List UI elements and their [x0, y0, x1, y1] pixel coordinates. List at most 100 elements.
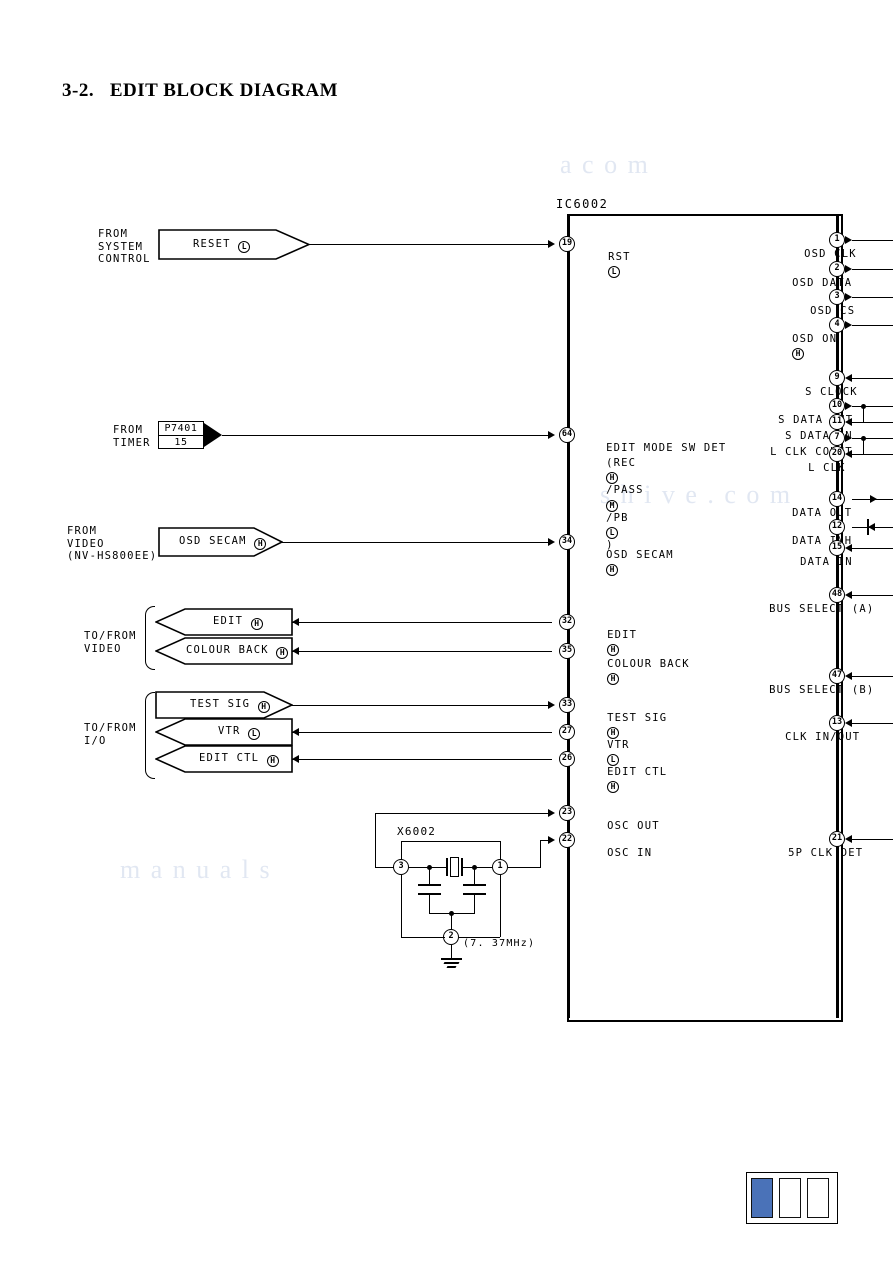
signal-flag-colour-back-label: COLOUR BACK H: [186, 644, 289, 659]
pin-label-text: BUS SELECT (B): [769, 683, 875, 696]
crystal-pin-2: 2: [443, 929, 459, 945]
crystal-name-label: X6002: [397, 825, 437, 838]
pin-19-label: RST L: [578, 238, 631, 291]
logic-level-icon: H: [250, 618, 263, 630]
signal-flag-test-sig-label: TEST SIG H: [190, 698, 270, 713]
wire-bus-select-b: [852, 676, 893, 677]
arrow-right-icon: [845, 402, 852, 410]
pin-22: 22: [559, 832, 575, 848]
cap-left-lead: [429, 868, 430, 884]
crystal-frequency-label: (7. 37MHz): [463, 938, 536, 949]
logic-level-icon: H: [606, 564, 619, 576]
arrow-right-icon: [548, 431, 555, 439]
pin-label-text: 5P CLK DET: [788, 846, 864, 859]
pin-label-text: OSD CLK: [804, 247, 857, 260]
arrow-left-icon: [845, 835, 852, 843]
arrow-right-icon: [548, 538, 555, 546]
pin-label-text: L CLK: [808, 461, 846, 474]
wire-s-data-out: [852, 406, 893, 407]
pin-label-text: COLOUR BACK: [607, 657, 690, 670]
wire-osd-secam: [282, 542, 552, 543]
arrow-right-icon: [845, 293, 852, 301]
title-text: EDIT BLOCK DIAGRAM: [109, 80, 339, 101]
pin-26: 26: [559, 751, 575, 767]
xtal-wire-top: [401, 841, 500, 842]
logic-level-icon: M: [606, 499, 619, 512]
logic-level-icon: L: [238, 241, 251, 253]
osc-out-wire-drop: [375, 813, 376, 868]
page-title: 3-2. EDIT BLOCK DIAGRAM: [62, 80, 338, 102]
pin-label-text: TEST SIG: [607, 711, 668, 724]
crystal-plate-right: [461, 858, 463, 876]
wire-osd-on: [852, 325, 893, 326]
wire-colour-back: [292, 651, 552, 652]
wire-osd-data: [852, 269, 893, 270]
arrow-right-icon: [845, 265, 852, 273]
wire-s-clock: [852, 378, 893, 379]
wire-vtr: [292, 732, 552, 733]
flag-text: OSD SECAM: [179, 535, 247, 547]
wire-edit-mode: [222, 435, 552, 436]
logic-level-icon: H: [607, 781, 620, 793]
edit-mode-prefix: (REC: [606, 456, 637, 469]
page-indicator: [746, 1172, 838, 1224]
logic-level-icon: H: [606, 472, 619, 484]
connector-p7401: P7401 15: [158, 421, 204, 449]
wire-l-clk: [852, 454, 893, 455]
arrow-right-icon: [845, 321, 852, 329]
wire-osd-cs: [852, 297, 893, 298]
wire-l-clk-count: [852, 438, 893, 439]
source-label-system-control: FROM SYSTEM CONTROL: [98, 228, 151, 265]
pin-33: 33: [559, 697, 575, 713]
flag-text: VTR: [218, 725, 241, 737]
pin-4-label: OSD ON H: [762, 320, 837, 373]
wire-clk-in-out: [852, 723, 893, 724]
page-indicator-cell-active: [751, 1178, 773, 1218]
flag-text: COLOUR BACK: [186, 644, 269, 656]
arrow-left-icon: [845, 418, 852, 426]
arrow-right-icon: [548, 701, 555, 709]
pin-label-text: OSD DATA: [792, 276, 853, 289]
flag-text: EDIT CTL: [199, 752, 260, 764]
source-label-to-from-io: TO/FROM I/O: [84, 722, 137, 747]
arrow-left-icon: [292, 647, 299, 655]
signal-flag-osd-secam-label: OSD SECAM H: [179, 535, 267, 550]
arrow-right-icon: [845, 434, 852, 442]
logic-level-icon: H: [254, 538, 267, 550]
arrow-left-icon: [292, 755, 299, 763]
wire-edit: [292, 622, 552, 623]
osc-out-wire: [375, 813, 552, 814]
wire-reset: [309, 244, 552, 245]
ground-symbol-icon: [441, 958, 462, 960]
pin-15-label: DATA IN: [770, 543, 853, 581]
pin-label-text: OSD SECAM: [606, 548, 674, 561]
pin-label-text: BUS SELECT (A): [769, 602, 875, 615]
pin-label-text: DATA OUT: [792, 506, 853, 519]
arrow-left-icon: [845, 374, 852, 382]
xtal-wire-mid-right: [463, 867, 492, 868]
crystal-plate-left: [446, 858, 448, 876]
signal-flag-edit-label: EDIT H: [213, 615, 263, 630]
pin-35: 35: [559, 643, 575, 659]
connector-name: P7401: [159, 422, 203, 436]
cap-right-plate-top: [463, 884, 486, 886]
source-label-to-from-video: TO/FROM VIDEO: [84, 630, 137, 655]
xtal-wire-bottom-left: [401, 937, 445, 938]
cap-right-lead2: [474, 895, 475, 913]
arrow-right-icon: [870, 495, 877, 503]
cap-right-lead: [474, 868, 475, 884]
wire-data-in: [852, 548, 893, 549]
pin-35-label: COLOUR BACK H: [577, 645, 690, 698]
arrow-left-icon: [292, 618, 299, 626]
arrow-left-icon: [845, 719, 852, 727]
ground-lead: [451, 945, 452, 958]
osc-in-wire-b: [540, 840, 541, 868]
section-number: 3-2.: [62, 80, 95, 101]
source-label-timer: FROM TIMER: [113, 424, 151, 449]
logic-level-icon: L: [608, 266, 621, 278]
pin-label-text: DATA IN: [800, 555, 853, 568]
xtal-wire-left-bottom: [401, 875, 402, 937]
edit-mode-mid2: /PB: [606, 511, 629, 524]
pin-label-text: OSC IN: [607, 846, 653, 859]
pin-label-text: VTR: [607, 738, 630, 751]
